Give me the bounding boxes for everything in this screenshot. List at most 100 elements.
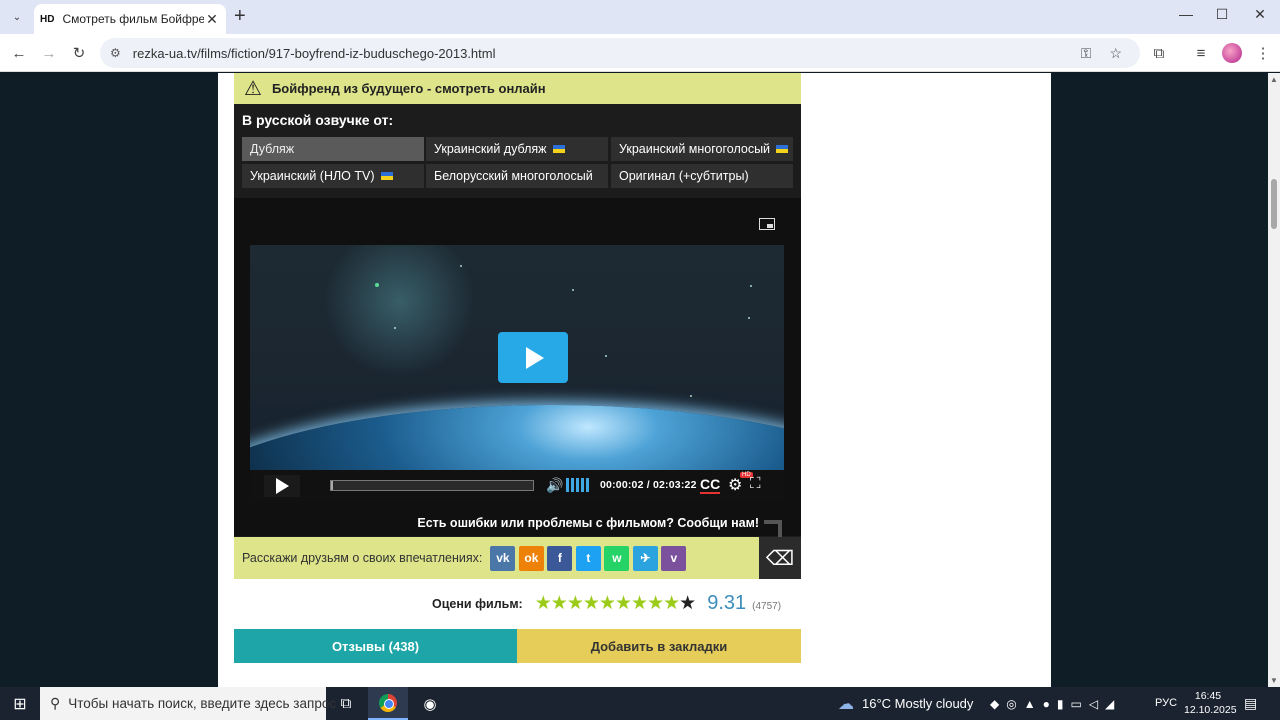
voice-label: Белорусский многоголосый (434, 169, 593, 183)
back-icon[interactable]: ← (8, 42, 30, 64)
star-icon[interactable]: ★ (583, 593, 600, 614)
star-icon[interactable]: ★ (615, 593, 632, 614)
minimize-button[interactable]: — (1176, 6, 1196, 22)
picture-in-picture-icon[interactable] (759, 218, 775, 230)
scrollbar-thumb[interactable] (1271, 179, 1277, 229)
maximize-button[interactable]: ☐ (1212, 6, 1232, 23)
big-play-button[interactable] (498, 332, 568, 383)
tab-title: Смотреть фильм Бойфренд из будущего (62, 12, 204, 26)
rating-votes: (4757) (752, 601, 782, 612)
voice-option-dubbing[interactable]: Дубляж (242, 137, 424, 161)
notifications-icon[interactable]: ▤ (1244, 695, 1257, 712)
star-icon[interactable]: ★ (599, 593, 616, 614)
forward-icon[interactable]: → (38, 42, 60, 64)
clock[interactable]: 16:45 12.10.2025 (1184, 689, 1237, 717)
telegram-share-icon[interactable]: ✈ (632, 545, 658, 571)
facebook-share-icon[interactable]: f (547, 545, 573, 571)
task-view-icon[interactable]: ⧉ (326, 687, 366, 720)
media-controls-icon[interactable]: ≡ (1190, 42, 1212, 64)
movie-title-bar: ⚠ Бойфренд из будущего - смотреть онлайн (234, 73, 801, 104)
tab-search-button[interactable]: ⌄ (6, 6, 28, 28)
star-icon[interactable]: ★ (567, 593, 584, 614)
tray-app-icon[interactable]: ● (1043, 697, 1050, 711)
viber-share-icon[interactable]: v (661, 545, 687, 571)
url-text[interactable]: rezka-ua.tv/films/fiction/917-boyfrend-i… (133, 46, 1081, 61)
weather-text: 16°C Mostly cloudy (862, 696, 974, 711)
microphone-icon[interactable]: ▮ (1057, 697, 1064, 711)
eraser-icon[interactable]: ⌫ (759, 537, 801, 579)
whatsapp-share-icon[interactable]: w (604, 545, 630, 571)
windows-start-icon[interactable]: ⊞ (0, 687, 40, 720)
voice-option-ukr-nlo[interactable]: Украинский (НЛО TV) (242, 164, 424, 188)
search-icon: ⚲ (50, 695, 61, 711)
app-taskbar-icon[interactable]: ◉ (410, 687, 450, 720)
subtitles-button[interactable]: CC (700, 476, 721, 494)
tray-app-icon[interactable]: ▲ (1024, 697, 1036, 711)
report-problem-link[interactable]: Есть ошибки или проблемы с фильмом? Сооб… (417, 516, 759, 530)
network-icon[interactable]: ◢ (1105, 697, 1114, 711)
volume-slider[interactable] (566, 478, 589, 492)
address-bar[interactable]: ⚙ rezka-ua.tv/films/fiction/917-boyfrend… (100, 38, 1140, 68)
new-tab-button[interactable]: + (234, 6, 246, 26)
star-icon[interactable]: ★ (535, 593, 552, 614)
voice-option-ukr-multi[interactable]: Украинский многоголосый (611, 137, 793, 161)
share-bar: Расскажи друзьям о своих впечатлениях: v… (234, 537, 759, 579)
star-icon[interactable]: ★ (663, 593, 680, 614)
menu-kebab-icon[interactable]: ⋮ (1252, 42, 1274, 64)
voice-option-ukr-dub[interactable]: Украинский дубляж (426, 137, 608, 161)
tray-app-icon[interactable]: ◆ (990, 697, 999, 711)
chrome-taskbar-icon[interactable] (368, 687, 408, 720)
star-icon[interactable]: ★ (551, 593, 568, 614)
reviews-button[interactable]: Отзывы (438) (234, 629, 517, 663)
profile-avatar[interactable] (1222, 43, 1242, 63)
weather-widget[interactable]: ☁ 16°C Mostly cloudy (838, 687, 973, 720)
add-bookmark-button[interactable]: Добавить в закладки (517, 629, 801, 663)
bookmark-star-icon[interactable]: ☆ (1109, 45, 1122, 62)
volume-icon[interactable]: 🔊 (546, 477, 563, 494)
ukraine-flag-icon (776, 145, 789, 153)
play-button[interactable] (264, 475, 300, 497)
cloud-icon: ☁ (838, 695, 854, 713)
language-indicator[interactable]: РУС (1155, 697, 1177, 709)
star (572, 289, 574, 291)
voice-label: Украинский многоголосый (619, 142, 771, 156)
scroll-up-icon[interactable]: ▲ (1270, 75, 1278, 84)
star (690, 395, 692, 397)
scroll-down-icon[interactable]: ▼ (1270, 676, 1278, 685)
player-controls: 🔊 00:00:02 / 02:03:22 CC ⚙ HD ⛶ (250, 470, 784, 502)
taskbar-search-placeholder[interactable]: Чтобы начать поиск, введите здесь запрос (68, 696, 336, 711)
settings-gear-icon[interactable]: ⚙ (728, 475, 742, 495)
video-player[interactable]: 🔊 00:00:02 / 02:03:22 CC ⚙ HD ⛶ Есть оши… (234, 198, 801, 538)
speaker-icon[interactable]: ◁ (1089, 697, 1098, 711)
voice-option-original[interactable]: Оригинал (+субтитры) (611, 164, 793, 188)
fullscreen-icon[interactable]: ⛶ (750, 475, 761, 492)
password-key-icon[interactable]: ⚿ (1081, 45, 1092, 62)
ukraine-flag-icon (380, 172, 393, 180)
star-icon[interactable]: ★ (631, 593, 648, 614)
odnoklassniki-share-icon[interactable]: ok (518, 545, 544, 571)
rating-block: Оцени фильм: ★ ★ ★ ★ ★ ★ ★ ★ ★ ★ 9.31 (4757) (432, 592, 781, 615)
reload-icon[interactable]: ↻ (68, 42, 90, 64)
page-scrollbar[interactable]: ▲ ▼ (1268, 73, 1280, 687)
close-window-button[interactable]: ✕ (1250, 6, 1270, 23)
site-info-icon[interactable]: ⚙ (110, 46, 121, 60)
twitter-share-icon[interactable]: t (575, 545, 601, 571)
video-frame[interactable] (250, 245, 784, 470)
tab-close-icon[interactable]: ✕ (204, 11, 220, 28)
extensions-icon[interactable]: ⧉ (1148, 42, 1170, 64)
voice-option-bel-multi[interactable]: Белорусский многоголосый (426, 164, 608, 188)
star-icon[interactable]: ★ (647, 593, 664, 614)
seek-bar[interactable] (330, 480, 534, 491)
rating-stars[interactable]: ★ ★ ★ ★ ★ ★ ★ ★ ★ ★ (535, 593, 696, 614)
share-text: Расскажи друзьям о своих впечатлениях: (242, 551, 483, 565)
star (460, 265, 462, 267)
taskbar-search[interactable]: ⚲ Чтобы начать поиск, введите здесь запр… (40, 687, 336, 720)
star-icon[interactable]: ★ (679, 593, 696, 614)
active-tab[interactable]: HD Смотреть фильм Бойфренд из будущего ✕ (34, 4, 226, 34)
cut-off-heading: ▬▬▬▬▬▬▬▬▬▬▬▬▬▬ (234, 679, 554, 687)
star (605, 355, 607, 357)
battery-icon[interactable]: ▭ (1070, 697, 1081, 711)
vk-share-icon[interactable]: vk (490, 545, 516, 571)
play-icon (526, 346, 544, 369)
tray-app-icon[interactable]: ◎ (1006, 697, 1016, 711)
